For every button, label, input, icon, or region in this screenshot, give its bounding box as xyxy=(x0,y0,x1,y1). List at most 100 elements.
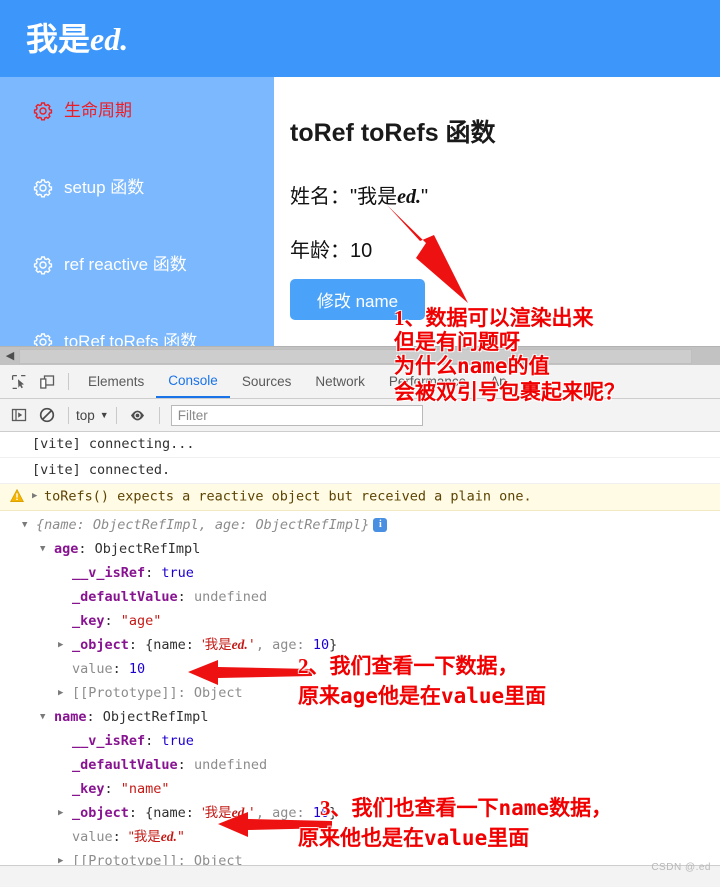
tree-prop-row: __v_isRef: true xyxy=(72,732,194,749)
prop-key: _object xyxy=(72,636,129,653)
expand-triangle-icon[interactable]: ▶ xyxy=(58,681,69,705)
expand-triangle-icon[interactable]: ▶ xyxy=(58,849,69,866)
console-message: [vite] connected. xyxy=(32,462,171,478)
gear-icon xyxy=(33,256,53,275)
device-toolbar-icon[interactable] xyxy=(33,368,61,396)
app-header: 我是ed. xyxy=(0,0,720,77)
annotation-2-line-1: 2、我们查看一下数据， xyxy=(298,654,519,678)
page-horizontal-scrollbar[interactable]: ◀ xyxy=(0,346,720,365)
toolbar-divider xyxy=(68,373,69,390)
prop-value-post: " xyxy=(176,828,185,845)
object-header-row[interactable]: ▼ {name: ObjectRefImpl, age: ObjectRefImp… xyxy=(0,513,720,537)
prop-key: __v_isRef xyxy=(72,732,146,749)
tree-prop-row: _defaultValue: undefined xyxy=(72,588,268,605)
console-sidebar-icon[interactable] xyxy=(5,401,33,429)
prop-key: _defaultValue xyxy=(72,588,178,605)
prop-ctor: ObjectRefImpl xyxy=(94,540,201,557)
app-title: 我是ed. xyxy=(26,14,128,60)
tree-prop-row: _defaultValue: undefined xyxy=(72,756,268,773)
console-warning-row[interactable]: ▶ toRefs() expects a reactive object but … xyxy=(0,484,720,511)
collapse-triangle-icon[interactable]: ▼ xyxy=(40,537,51,561)
collapse-triangle-icon[interactable]: ▼ xyxy=(22,513,33,537)
collapse-triangle-icon[interactable]: ▼ xyxy=(40,705,51,729)
tree-node-age[interactable]: ▼ age: ObjectRefImpl xyxy=(0,537,720,561)
console-line: [vite] connected. xyxy=(0,458,720,484)
obj-preview-open: {name: xyxy=(145,636,203,653)
prop-value: "age" xyxy=(120,612,162,629)
expand-triangle-icon[interactable]: ▶ xyxy=(32,484,43,509)
prop-value-pre: "我是 xyxy=(128,828,161,844)
prop-value: undefined xyxy=(193,756,268,773)
info-badge-icon[interactable]: i xyxy=(373,517,388,532)
tab-console[interactable]: Console xyxy=(156,365,230,398)
console-line: [vite] connecting... xyxy=(0,432,720,458)
scroll-left-arrow-icon[interactable]: ◀ xyxy=(4,350,16,363)
execution-context-selector[interactable]: top ▼ xyxy=(76,408,109,423)
prop-key: _object xyxy=(72,804,129,821)
tab-network[interactable]: Network xyxy=(303,365,377,398)
scrollbar-thumb[interactable] xyxy=(19,349,692,364)
sidebar-item-toref-torefs[interactable]: toRef toRefs 函数 xyxy=(0,329,274,346)
name-value-post: " xyxy=(421,186,429,208)
name-label: 姓名： xyxy=(290,186,350,208)
gear-icon xyxy=(33,333,53,346)
clear-console-icon[interactable] xyxy=(33,401,61,429)
filter-input[interactable] xyxy=(170,404,423,426)
object-key-age: age xyxy=(214,516,240,533)
console-footer xyxy=(0,865,720,887)
tree-prop-row: _key: "age" xyxy=(72,612,162,629)
sidebar-item-label: toRef toRefs 函数 xyxy=(64,332,198,346)
object-close-brace: } xyxy=(361,516,370,533)
execution-context-label: top xyxy=(76,407,95,423)
sidebar-item-lifecycle[interactable]: 生命周期 xyxy=(0,98,274,124)
watermark: CSDN @.ed xyxy=(651,862,711,873)
obj-preview-num: 10 xyxy=(312,636,330,653)
inspect-element-icon[interactable] xyxy=(5,368,33,396)
annotation-2-line-2: 原来age他是在value里面 xyxy=(298,684,547,708)
prop-value-latin: ed. xyxy=(160,828,177,844)
obj-preview-str-latin: ed. xyxy=(231,636,248,652)
name-value-latin: ed. xyxy=(397,186,421,208)
annotation-1-line-3: 为什么name的值 xyxy=(394,354,550,378)
name-row: 姓名："我是ed." xyxy=(290,180,428,209)
tab-sources[interactable]: Sources xyxy=(230,365,304,398)
object-open-brace: { xyxy=(36,516,45,533)
annotation-1-line-2: 但是有问题呀 xyxy=(394,330,520,354)
prop-key: _key xyxy=(72,612,105,629)
live-expression-icon[interactable] xyxy=(124,401,152,429)
gear-icon xyxy=(33,102,53,121)
prop-ctor: ObjectRefImpl xyxy=(102,708,209,725)
sidebar-item-label: setup 函数 xyxy=(64,178,145,197)
name-value-pre: "我是 xyxy=(350,186,398,208)
prop-key: _defaultValue xyxy=(72,756,178,773)
prop-key: value xyxy=(72,660,113,677)
toolbar-divider xyxy=(68,406,69,424)
prop-value: undefined xyxy=(193,588,268,605)
sidebar-item-setup[interactable]: setup 函数 xyxy=(0,175,274,201)
console-message: [vite] connecting... xyxy=(32,436,195,452)
prop-key: name xyxy=(54,708,87,725)
obj-preview-close: } xyxy=(329,636,338,653)
page-title: toRef toRefs 函数 xyxy=(290,119,496,147)
age-row: 年龄：10 xyxy=(290,234,372,263)
prop-value: true xyxy=(161,564,194,581)
sidebar-item-ref-reactive[interactable]: ref reactive 函数 xyxy=(0,252,274,278)
prop-key: value xyxy=(72,828,113,845)
prop-key: _key xyxy=(72,780,105,797)
expand-triangle-icon[interactable]: ▶ xyxy=(58,633,69,657)
obj-preview-open: {name: xyxy=(145,804,203,821)
app-title-latin: ed. xyxy=(90,21,129,57)
app-sidebar: 生命周期 setup 函数 ref reactive 函数 toRef toRe… xyxy=(0,77,274,346)
obj-preview-mid: , age: xyxy=(255,804,313,821)
prop-value: "name" xyxy=(120,780,170,797)
app-title-cjk: 我是 xyxy=(26,21,91,57)
screenshot-root: 我是ed. 生命周期 setup 函数 ref reactive 函数 toRe… xyxy=(0,0,720,887)
annotation-1-line-4: 会被双引号包裹起来呢？ xyxy=(394,380,625,404)
prototype-label: [[Prototype]]: Object xyxy=(72,852,243,866)
expand-triangle-icon[interactable]: ▶ xyxy=(58,801,69,825)
toolbar-divider xyxy=(158,406,160,424)
obj-preview-str-pre: '我是 xyxy=(202,636,232,652)
age-label: 年龄： xyxy=(290,240,350,262)
annotation-3-line-2: 原来他也是在value里面 xyxy=(298,826,530,850)
tab-elements[interactable]: Elements xyxy=(76,365,156,398)
